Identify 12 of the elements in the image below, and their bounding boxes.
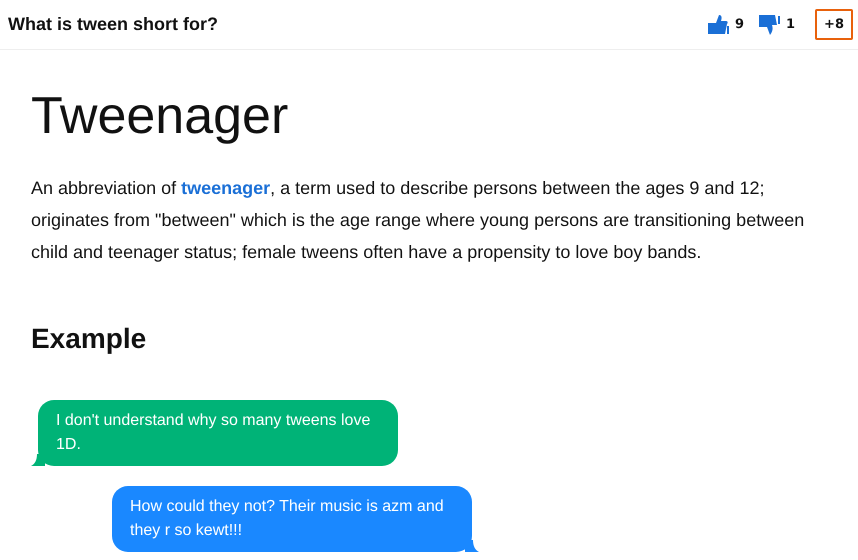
tweenager-link[interactable]: tweenager [181, 178, 270, 198]
message-text: I don't understand why so many tweens love 1D. [56, 412, 370, 453]
downvote-button[interactable]: 1 [758, 14, 796, 36]
question-title: What is tween short for? [8, 13, 218, 36]
message-text: How could they not? Their music is azm and they r so kewt!!! [130, 498, 444, 539]
thumbs-up-icon [706, 14, 731, 36]
thumbs-down-icon [758, 14, 782, 36]
upvote-button[interactable]: 9 [706, 14, 744, 36]
term-heading: Tweenager [31, 86, 290, 146]
definition-text: An abbreviation of tweenager, a term used to describe persons between the ages 9 and 12; originates from "between" which is the age range where young persons are transitioning between child and teenager status; female tweens often have a propensity to love boy bands. [31, 177, 806, 264]
extra-votes-button[interactable]: +8 [815, 8, 853, 40]
example-heading: Example [31, 322, 148, 356]
